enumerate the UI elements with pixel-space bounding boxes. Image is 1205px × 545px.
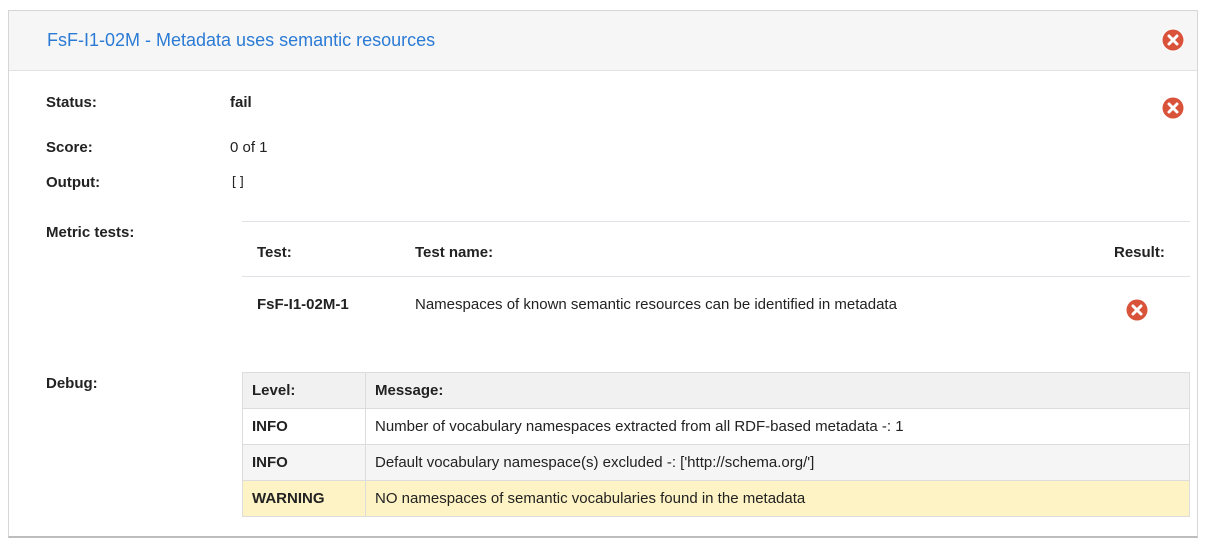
debug-message: Default vocabulary namespace(s) excluded… <box>365 444 1190 481</box>
times-circle-icon <box>1125 298 1149 322</box>
times-circle-icon <box>1161 96 1185 120</box>
message-column-header: Message: <box>365 372 1190 409</box>
table-row: WARNING NO namespaces of semantic vocabu… <box>242 480 1190 517</box>
debug-message: NO namespaces of semantic vocabularies f… <box>365 480 1190 517</box>
score-label: Score: <box>46 139 93 156</box>
card-header[interactable]: FsF-I1-02M - Metadata uses semantic reso… <box>9 11 1197 71</box>
status-label: Status: <box>46 94 97 111</box>
debug-table: Level: Message: INFO Number of vocabular… <box>242 372 1190 517</box>
test-column-header: Test: <box>257 244 292 261</box>
debug-level: WARNING <box>242 480 366 517</box>
metric-card: FsF-I1-02M - Metadata uses semantic reso… <box>8 10 1198 538</box>
table-row: FsF-I1-02M-1 Namespaces of known semanti… <box>242 277 1190 333</box>
table-row: INFO Default vocabulary namespace(s) exc… <box>242 444 1190 481</box>
score-value: 0 of 1 <box>230 139 268 156</box>
debug-level: INFO <box>242 444 366 481</box>
metric-tests-header: Test: Test name: Result: <box>242 222 1190 277</box>
metric-tests-label: Metric tests: <box>46 224 135 241</box>
level-column-header: Level: <box>242 372 366 409</box>
test-id: FsF-I1-02M-1 <box>257 296 349 313</box>
output-value: [] <box>230 175 246 190</box>
metric-title[interactable]: FsF-I1-02M - Metadata uses semantic reso… <box>47 30 435 51</box>
metric-tests-table: Test: Test name: Result: FsF-I1-02M-1 Na… <box>242 221 1190 333</box>
debug-label: Debug: <box>46 375 98 392</box>
status-value: fail <box>230 94 252 111</box>
times-circle-icon <box>1161 28 1185 52</box>
debug-level: INFO <box>242 408 366 445</box>
output-label: Output: <box>46 174 101 191</box>
debug-header-row: Level: Message: <box>242 372 1190 409</box>
debug-message: Number of vocabulary namespaces extracte… <box>365 408 1190 445</box>
test-name-column-header: Test name: <box>415 244 494 261</box>
table-row: INFO Number of vocabulary namespaces ext… <box>242 408 1190 445</box>
result-column-header: Result: <box>1114 244 1165 261</box>
test-name: Namespaces of known semantic resources c… <box>415 296 897 313</box>
